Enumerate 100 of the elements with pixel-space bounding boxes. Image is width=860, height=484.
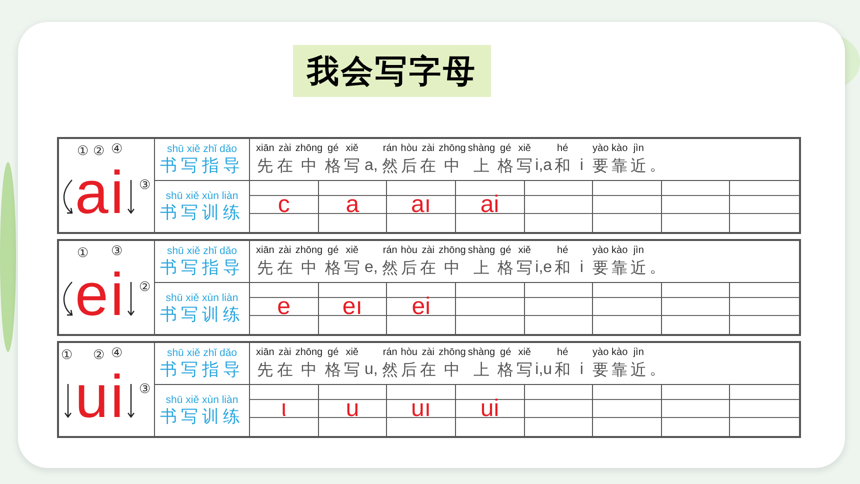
pinyin-text: shàng [468, 143, 496, 155]
section-label: 书写训练 [160, 304, 244, 326]
sentence-text: 格 [498, 359, 514, 381]
sentence-text: 在 [276, 359, 293, 381]
pinyin-text: zhōng [295, 143, 323, 155]
sample-letter: ei [412, 294, 430, 318]
pinyin-text: jìn [633, 347, 644, 359]
sentence-text: 。 [650, 360, 666, 380]
sentence-text: 然 [382, 359, 398, 381]
sentence-text: 后 [401, 359, 418, 381]
pinyin-text: zhōng [295, 347, 323, 359]
sentence-text: 写 [516, 257, 533, 279]
pinyin-text: xiān [256, 347, 274, 359]
letter-glyph: i [110, 163, 124, 223]
sentence-text: 上 [473, 257, 490, 279]
pinyin-text: shàng [468, 347, 496, 359]
sentence-text: 格 [325, 257, 342, 279]
pinyin-label: shū xiě zhǐ dǎo [166, 346, 238, 358]
pinyin-text: zhōng [438, 245, 466, 257]
sentence-text: 写 [516, 359, 533, 381]
sentence-text: 先 [257, 155, 274, 177]
pinyin-label: shū xiě xùn liàn [166, 394, 238, 406]
pinyin-text: jìn [633, 245, 644, 257]
sentence-text: 要 [592, 257, 609, 279]
sample-letter: e [277, 294, 290, 318]
pinyin-text: shàng [468, 245, 496, 257]
pinyin-text: zhōng [438, 143, 466, 155]
pinyin-text: xiě [346, 143, 358, 155]
sentence-text: 然 [382, 155, 398, 177]
sentence-text: a, [364, 156, 378, 176]
sentence-text: 中 [444, 359, 460, 381]
pinyin-text: zài [422, 143, 434, 155]
pinyin-text: xiě [346, 245, 358, 257]
stroke-number: ② [139, 281, 151, 295]
section-label: 书写训练 [160, 406, 244, 428]
sentence-text: 靠 [612, 359, 628, 381]
sentence-text: 和 [554, 155, 571, 177]
pinyin-text: zài [422, 245, 434, 257]
down-arrow-icon [126, 281, 136, 317]
pinyin-label: shū xiě zhǐ dǎo [166, 244, 238, 256]
sentence-text: 和 [554, 257, 571, 279]
down-arrow-icon [63, 383, 73, 419]
pinyin-text: gé [500, 245, 512, 257]
pinyin-text: kào [612, 245, 628, 257]
pinyin-text: hòu [400, 347, 418, 359]
pinyin-text: zhōng [438, 347, 466, 359]
pinyin-text: yào [592, 245, 609, 257]
pinyin-text: xiě [518, 347, 531, 359]
stroke-number: ② [93, 349, 105, 363]
stroke-number: ④ [111, 143, 123, 157]
sample-letter: ai [480, 192, 500, 216]
section-label: 书写指导 [160, 154, 244, 176]
letter-glyph: e [75, 265, 108, 325]
curved-arrow-icon [63, 281, 73, 317]
sentence-text: 然 [382, 257, 398, 279]
sentence-text: i [580, 360, 584, 380]
pinyin-text: zài [422, 347, 434, 359]
sentence-text: 格 [325, 155, 342, 177]
sentence-text: 近 [630, 257, 647, 279]
sentence-text: 靠 [612, 257, 628, 279]
pinyin-text: zài [278, 143, 292, 155]
stroke-number: ② [93, 145, 105, 159]
pinyin-text: hé [557, 143, 568, 155]
pinyin-text: rán [382, 245, 398, 257]
sample-letter: u [346, 396, 360, 420]
pinyin-text: rán [382, 347, 398, 359]
letter-glyph: i [110, 367, 124, 427]
sentence-text: 近 [630, 359, 647, 381]
sentence-text: 。 [650, 258, 666, 278]
pinyin-text: xiě [518, 143, 531, 155]
pinyin-text: zhōng [295, 245, 323, 257]
sentence-text: 中 [300, 257, 317, 279]
sentence-text: 先 [257, 359, 274, 381]
sentence-text: i [580, 156, 584, 176]
pinyin-text: rán [382, 143, 398, 155]
sentence-text: 在 [420, 257, 436, 279]
section-label: 书写指导 [160, 256, 244, 278]
pinyin-text: gé [328, 347, 339, 359]
sentence-text: 在 [420, 359, 436, 381]
sentence-text: 中 [300, 359, 317, 381]
pinyin-text: gé [500, 347, 512, 359]
sentence-text: 后 [401, 257, 418, 279]
sentence-text: 中 [300, 155, 317, 177]
sentence-text: 近 [630, 155, 647, 177]
pinyin-text: xiān [256, 245, 274, 257]
sentence-text: 。 [650, 156, 666, 176]
sentence-text: i [580, 258, 584, 278]
pinyin-text: zài [278, 347, 292, 359]
stroke-number: ③ [139, 179, 151, 193]
pinyin-label: shū xiě xùn liàn [166, 190, 238, 202]
sentence-text: 格 [498, 257, 514, 279]
pinyin-text: gé [328, 245, 339, 257]
sentence-text: 先 [257, 257, 274, 279]
sample-letter: c [278, 192, 290, 216]
pinyin-text: yào [592, 143, 609, 155]
pinyin-text: hòu [400, 245, 418, 257]
pinyin-text: hé [557, 347, 568, 359]
sentence-text: 后 [401, 155, 418, 177]
sentence-text: 写 [516, 155, 533, 177]
letter-glyph: i [110, 265, 124, 325]
